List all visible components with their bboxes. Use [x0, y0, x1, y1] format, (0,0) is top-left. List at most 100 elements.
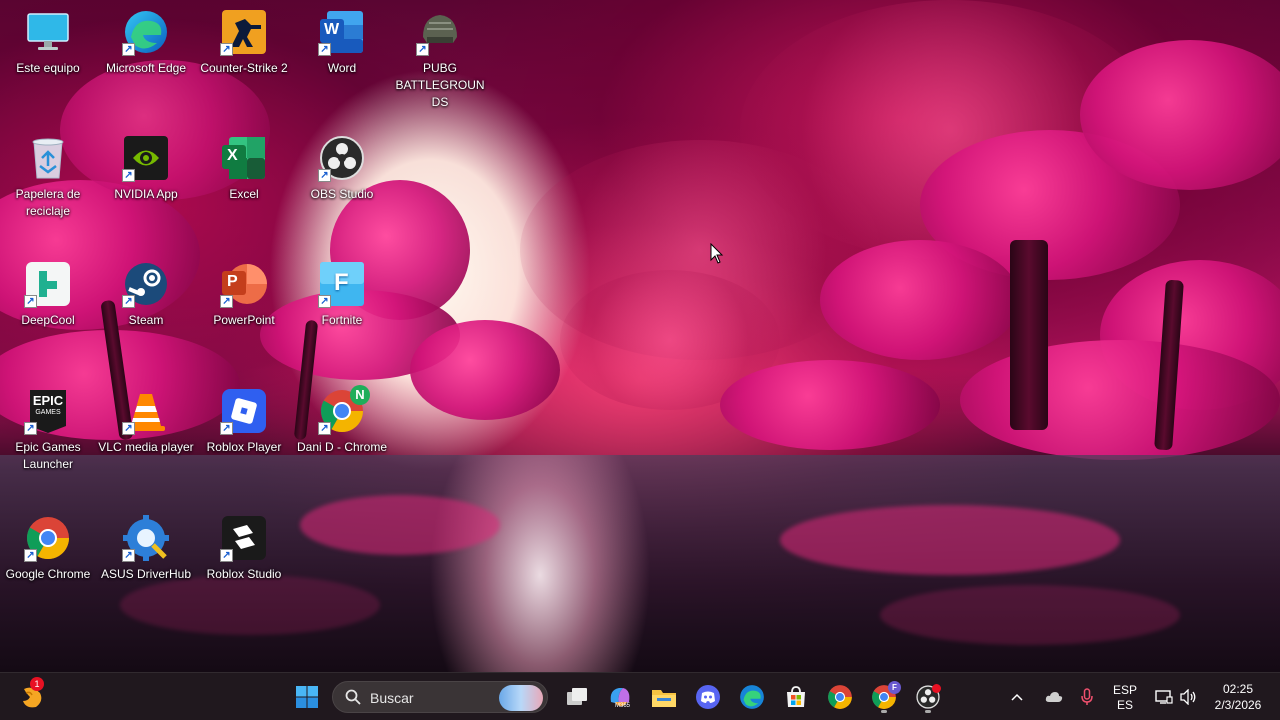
show-hidden-icons-button[interactable]	[1005, 679, 1029, 715]
taskbar-chrome-profile[interactable]: F	[866, 679, 902, 715]
windows-logo-icon	[296, 686, 318, 708]
desktop-icon-label: Steam	[128, 313, 164, 327]
widgets-notification-badge: 1	[30, 677, 44, 691]
taskbar-google-chrome[interactable]	[822, 679, 858, 715]
desktop-icon-label: Epic Games Launcher	[15, 440, 81, 471]
recycle-bin-icon	[24, 134, 72, 182]
steam-icon: ↗	[122, 260, 170, 308]
search-icon	[345, 689, 361, 705]
desktop-icon-label: ASUS DriverHub	[100, 567, 192, 581]
chrome-profile-badge: N	[350, 385, 370, 405]
microphone-tray-button[interactable]	[1074, 679, 1100, 715]
desktop-icon-roblox-studio[interactable]: ↗ Roblox Studio	[198, 508, 290, 626]
microphone-icon	[1081, 688, 1093, 705]
desktop-icon-pubg[interactable]: ↗ PUBG BATTLEGROUNDS	[394, 2, 486, 120]
word-icon: W ↗	[318, 8, 366, 56]
obs-icon: ↗	[318, 134, 366, 182]
clock-button[interactable]: 02:25 2/3/2026	[1206, 679, 1270, 715]
desktop-icon-label: Dani D - Chrome	[296, 440, 388, 454]
desktop-icon-epic-games[interactable]: EPIC GAMES ↗ Epic Games Launcher	[2, 381, 94, 499]
desktop-icon-label: DeepCool	[21, 313, 75, 327]
chrome-profile-badge: F	[888, 681, 901, 694]
clock-date: 2/3/2026	[1214, 698, 1262, 712]
desktop-icon-label: Word	[327, 61, 357, 75]
nvidia-icon: ↗	[122, 134, 170, 182]
edge-icon	[740, 685, 764, 709]
desktop-icon-label: Papelera de reciclaje	[15, 187, 81, 218]
vlc-icon: ↗	[122, 387, 170, 435]
desktop-icon-label: Google Chrome	[5, 567, 91, 581]
taskbar-microsoft-store[interactable]	[778, 679, 814, 715]
desktop-icon-label: Fortnite	[321, 313, 363, 327]
monitor-icon	[24, 8, 72, 56]
input-language-button[interactable]: ESP ES	[1106, 679, 1144, 715]
clock-time: 02:25	[1222, 682, 1254, 696]
desktop-icon-label: PowerPoint	[213, 313, 275, 327]
desktop-icon-counter-strike-2[interactable]: ↗ Counter-Strike 2	[198, 2, 290, 120]
desktop-icon-label: Counter-Strike 2	[200, 61, 288, 75]
desktop-icon-asus-driverhub[interactable]: ↗ ASUS DriverHub	[100, 508, 192, 626]
edge-icon: ↗	[122, 8, 170, 56]
taskbar-edge[interactable]	[734, 679, 770, 715]
desktop-icon-label: OBS Studio	[310, 187, 374, 201]
desktop-icon-powerpoint[interactable]: P ↗ PowerPoint	[198, 254, 290, 372]
taskbar: 1 Buscar M365 F ESP ES 02:25 2/3/2026	[0, 672, 1280, 720]
desktop-icon-label: VLC media player	[98, 440, 194, 454]
desktop-icon-roblox-player[interactable]: ↗ Roblox Player	[198, 381, 290, 499]
epic-logo-subtext: GAMES	[35, 409, 61, 416]
folder-icon	[652, 690, 676, 707]
desktop-icon-dani-chrome[interactable]: N ↗ Dani D - Chrome	[296, 381, 388, 499]
roblox-icon: ↗	[220, 387, 268, 435]
language-code: ESP	[1112, 683, 1137, 697]
desktop-icon-nvidia-app[interactable]: ↗ NVIDIA App	[100, 128, 192, 246]
desktop-icon-papelera[interactable]: Papelera de reciclaje	[2, 128, 94, 246]
asus-driverhub-icon: ↗	[122, 514, 170, 562]
roblox-studio-icon: ↗	[220, 514, 268, 562]
keyboard-layout: ES	[1116, 698, 1133, 712]
widgets-button[interactable]: 1	[14, 677, 50, 715]
counter-strike-icon: ↗	[220, 8, 268, 56]
running-indicator	[881, 710, 887, 713]
pubg-icon: ↗	[416, 8, 464, 56]
search-placeholder: Buscar	[370, 690, 414, 706]
desktop-icon-label: Excel	[229, 187, 259, 201]
desktop-icon-label: Este equipo	[16, 61, 80, 75]
fortnite-icon: F ↗	[318, 260, 366, 308]
desktop-icon-microsoft-edge[interactable]: ↗ Microsoft Edge	[100, 2, 192, 120]
chrome-icon: ↗	[24, 514, 72, 562]
desktop-icon-word[interactable]: W ↗ Word	[296, 2, 388, 120]
task-view-button[interactable]	[559, 679, 595, 715]
desktop-icon-vlc[interactable]: ↗ VLC media player	[98, 381, 194, 499]
volume-icon	[1180, 689, 1196, 705]
desktop-icon-label: Roblox Player	[206, 440, 282, 454]
onedrive-tray-button[interactable]	[1040, 679, 1068, 715]
desktop-icon-este-equipo[interactable]: Este equipo	[2, 2, 94, 120]
taskbar-obs-studio[interactable]	[910, 679, 946, 715]
task-view-icon	[567, 688, 587, 705]
discord-icon	[696, 685, 720, 709]
desktop-icon-label: PUBG BATTLEGROUNDS	[395, 61, 485, 109]
taskbar-search-box[interactable]: Buscar	[332, 681, 548, 713]
desktop-icon-google-chrome[interactable]: ↗ Google Chrome	[2, 508, 94, 626]
desktop-icon-label: Microsoft Edge	[105, 61, 187, 75]
desktop-icon-fortnite[interactable]: F ↗ Fortnite	[296, 254, 388, 372]
network-icon	[1155, 690, 1173, 704]
start-button[interactable]	[289, 679, 325, 715]
taskbar-discord[interactable]	[690, 679, 726, 715]
taskbar-file-explorer[interactable]	[646, 679, 682, 715]
desktop-icon-steam[interactable]: ↗ Steam	[100, 254, 192, 372]
search-highlight-icon	[499, 685, 543, 711]
quick-settings-button[interactable]	[1150, 679, 1202, 715]
desktop-icon-excel[interactable]: X Excel	[198, 128, 290, 246]
chrome-icon	[828, 685, 852, 709]
recording-indicator-icon	[932, 684, 941, 693]
cloud-icon	[1045, 692, 1063, 702]
powerpoint-icon: P ↗	[220, 260, 268, 308]
powerpoint-letter: P	[227, 273, 238, 290]
desktop-icon-deepcool[interactable]: ↗ DeepCool	[2, 254, 94, 372]
desktop-icon-obs-studio[interactable]: ↗ OBS Studio	[296, 128, 388, 246]
chevron-up-icon	[1011, 693, 1023, 701]
running-indicator	[925, 710, 931, 713]
taskbar-m365-copilot[interactable]: M365	[602, 679, 638, 715]
m365-label: M365	[615, 703, 631, 709]
